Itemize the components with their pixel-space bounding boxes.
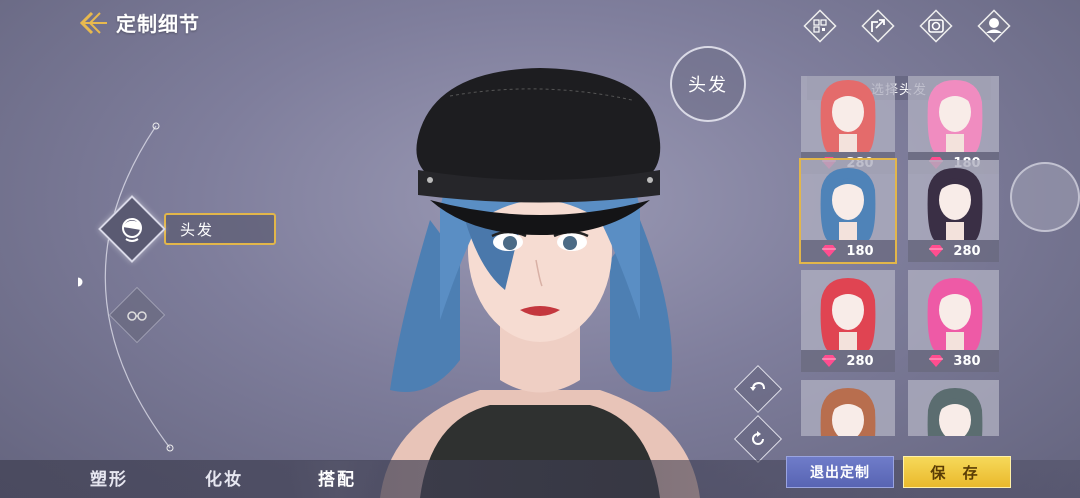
- hair-option[interactable]: [908, 380, 999, 436]
- hair-preview-icon: [927, 278, 983, 350]
- hair-option[interactable]: 380: [908, 270, 999, 372]
- hair-preview-icon: [927, 388, 983, 436]
- gem-icon: [822, 355, 837, 367]
- character-model[interactable]: [370, 60, 710, 498]
- hair-thumbnail: [801, 270, 895, 350]
- price-value: 380: [953, 353, 981, 369]
- reset-icon: [752, 431, 764, 445]
- current-category-badge: 头发: [670, 46, 746, 122]
- hair-thumbnail: [908, 160, 999, 240]
- hair-preview-icon: [820, 168, 876, 240]
- hair-category-label[interactable]: 头发: [164, 213, 276, 245]
- hair-thumbnail: [801, 160, 895, 240]
- tab-shape[interactable]: 塑形: [90, 465, 128, 490]
- menu-item-hair[interactable]: 头发: [98, 195, 276, 263]
- share-icon[interactable]: [860, 8, 896, 44]
- undo-button[interactable]: [733, 364, 783, 414]
- price-tag: 380: [908, 350, 999, 372]
- hair-preview-icon: [820, 278, 876, 350]
- save-button[interactable]: 保 存: [903, 456, 1011, 488]
- camera-icon[interactable]: [918, 8, 954, 44]
- hair-option[interactable]: 180: [799, 158, 897, 264]
- exit-customization-button[interactable]: 退出定制: [786, 456, 894, 488]
- hair-option[interactable]: 280: [908, 160, 999, 262]
- price-value: 280: [953, 243, 981, 259]
- hair-selection-panel: 选择头发 280180180280280380: [797, 76, 999, 436]
- gem-icon: [929, 355, 944, 367]
- hair-thumbnail: [908, 270, 999, 350]
- hair-preview-icon: [927, 168, 983, 240]
- hair-category-diamond[interactable]: [98, 195, 166, 263]
- gem-icon: [822, 245, 837, 257]
- tab-makeup[interactable]: 化妆: [205, 465, 243, 490]
- hair-preview-icon: [820, 80, 876, 152]
- hair-thumbnail: [801, 380, 895, 436]
- category-arc: [78, 122, 174, 452]
- price-tag: 280: [801, 350, 895, 372]
- back-arrow-icon[interactable]: [78, 10, 108, 36]
- hair-thumbnail: [908, 76, 999, 152]
- qr-code-icon[interactable]: [802, 8, 838, 44]
- avatar-icon[interactable]: [976, 8, 1012, 44]
- hair-preview-icon: [927, 80, 983, 152]
- gem-icon: [929, 245, 944, 257]
- undo-icon: [750, 381, 765, 391]
- price-value: 280: [846, 353, 874, 369]
- hair-option[interactable]: 280: [801, 270, 895, 372]
- price-value: 180: [846, 243, 874, 259]
- top-toolbar: [802, 8, 1012, 44]
- menu-item-accessory[interactable]: [108, 286, 166, 344]
- price-tag: 180: [801, 240, 895, 262]
- hair-thumbnail: [908, 380, 999, 436]
- hair-style-icon: [122, 218, 142, 242]
- joystick-handle[interactable]: [1010, 162, 1080, 232]
- page-title: 定制细节: [116, 12, 200, 36]
- tab-outfit[interactable]: 搭配: [290, 461, 384, 498]
- hair-option[interactable]: [801, 380, 895, 436]
- glasses-icon: [127, 311, 147, 321]
- hair-preview-icon: [820, 388, 876, 436]
- hair-thumbnail: [801, 76, 895, 152]
- header: 定制细节: [78, 8, 200, 37]
- price-tag: 280: [908, 240, 999, 262]
- reset-button[interactable]: [733, 414, 783, 464]
